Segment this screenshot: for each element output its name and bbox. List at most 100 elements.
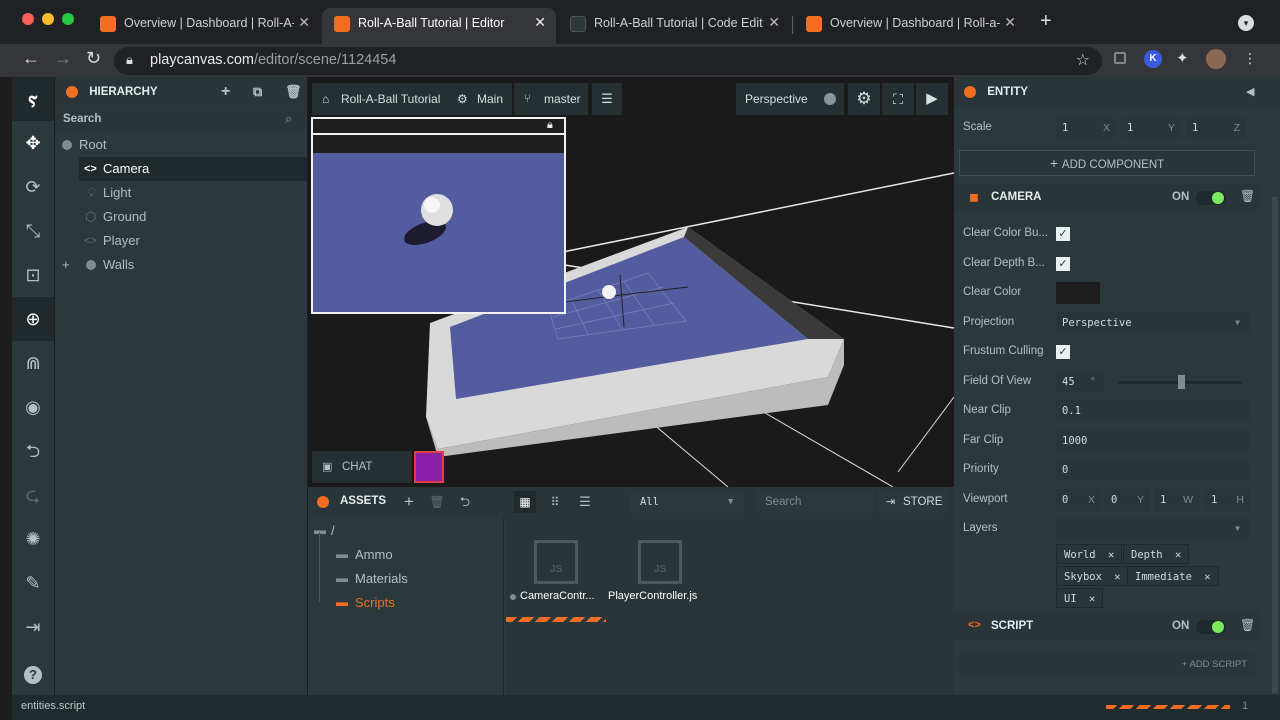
bake-lightmap-icon[interactable]: ✺: [12, 517, 54, 561]
folder-ammo[interactable]: Ammo: [355, 547, 393, 562]
layer-tag-immediate[interactable]: Immediate ✕: [1127, 566, 1219, 586]
branch-button[interactable]: ⑂ master: [514, 83, 588, 115]
camera-enabled-toggle[interactable]: [1196, 191, 1226, 205]
browser-tab-4[interactable]: Overview | Dashboard | Roll-a- ✕: [794, 8, 1026, 44]
help-icon[interactable]: ?: [12, 651, 54, 695]
new-tab-icon[interactable]: +: [1040, 10, 1052, 33]
delete-component-icon[interactable]: 🗑︎: [1240, 189, 1255, 203]
hierarchy-item-walls[interactable]: + Walls: [55, 253, 307, 277]
snap-magnet-icon[interactable]: ⋒: [12, 341, 54, 385]
scale-z-field[interactable]: 1Z: [1186, 117, 1246, 139]
fov-slider-handle[interactable]: [1178, 375, 1185, 389]
scale-tool-icon[interactable]: ⤡: [12, 209, 54, 253]
back-folder-icon[interactable]: ⮌: [454, 491, 476, 513]
close-window-button[interactable]: [22, 13, 34, 25]
expand-plus-icon[interactable]: +: [62, 253, 70, 277]
add-entity-icon[interactable]: +: [221, 77, 230, 107]
close-tab-icon[interactable]: ✕: [768, 14, 780, 31]
user-avatar[interactable]: [414, 451, 444, 483]
collapse-panel-icon[interactable]: [66, 85, 78, 98]
remove-tag-icon[interactable]: ✕: [1089, 593, 1095, 605]
translate-tool-icon[interactable]: ✥: [12, 121, 54, 165]
fullscreen-icon[interactable]: ⛶: [882, 83, 914, 115]
projection-select[interactable]: Perspective ▼: [1056, 312, 1250, 334]
code-editor-icon[interactable]: ✎: [12, 561, 54, 605]
world-coords-icon[interactable]: ⊕: [12, 297, 54, 341]
playcanvas-logo-icon[interactable]: ⲋ: [12, 77, 54, 121]
delete-asset-icon[interactable]: 🗑︎: [426, 491, 448, 513]
focus-eye-icon[interactable]: ◉: [12, 385, 54, 429]
redo-icon[interactable]: ⮎: [12, 473, 54, 517]
viewport-x-field[interactable]: 0X: [1056, 489, 1101, 511]
scene-button[interactable]: ⚙ Main: [448, 83, 512, 115]
collapse-panel-icon[interactable]: [964, 85, 976, 98]
forward-icon[interactable]: →: [54, 48, 72, 69]
layer-tag-depth[interactable]: Depth ✕: [1123, 544, 1190, 564]
scene-viewport[interactable]: ⌂ Roll-A-Ball Tutorial ⚙ Main ⑂ master ☰…: [308, 77, 954, 487]
clear-depth-buffer-checkbox[interactable]: ✓: [1056, 257, 1070, 271]
fov-field[interactable]: 45 °: [1056, 371, 1104, 393]
launch-play-icon[interactable]: ▶: [916, 83, 948, 115]
remove-tag-icon[interactable]: ✕: [1175, 549, 1181, 561]
root-folder[interactable]: /: [331, 523, 335, 538]
close-tab-icon[interactable]: ✕: [534, 14, 546, 31]
layers-select[interactable]: ▼: [1056, 518, 1250, 540]
back-icon[interactable]: ←: [22, 48, 40, 69]
clear-color-swatch[interactable]: [1056, 282, 1100, 304]
reload-icon[interactable]: ↻: [86, 48, 101, 69]
camera-select[interactable]: Perspective: [736, 83, 844, 115]
list-view-icon[interactable]: ☰: [574, 491, 596, 513]
clear-color-buffer-checkbox[interactable]: ✓: [1056, 227, 1070, 241]
asset-item-camera-controller[interactable]: JS CameraContr...: [506, 534, 606, 624]
extension-k-icon[interactable]: K: [1144, 50, 1162, 68]
browser-tab-2[interactable]: Roll-A-Ball Tutorial | Editor ✕: [322, 8, 556, 44]
asset-item-player-controller[interactable]: JS PlayerController.js: [608, 534, 710, 624]
script-component-header[interactable]: <> SCRIPT ON 🗑︎: [954, 612, 1260, 640]
url-field[interactable]: 🔒︎ playcanvas.com/editor/scene/1124454 ☆: [114, 47, 1102, 75]
add-script-button[interactable]: + ADD SCRIPT: [959, 653, 1255, 677]
browser-menu-icon[interactable]: ⋮: [1243, 50, 1257, 67]
delete-component-icon[interactable]: 🗑︎: [1240, 618, 1255, 632]
folder-scripts[interactable]: Scripts: [355, 595, 395, 610]
preview-lock-icon[interactable]: 🔒︎: [547, 119, 553, 132]
remove-tag-icon[interactable]: ✕: [1204, 571, 1210, 583]
extensions-puzzle-icon[interactable]: ✦: [1176, 49, 1189, 67]
chat-button[interactable]: ▣ CHAT: [312, 451, 412, 483]
project-button[interactable]: ⌂ Roll-A-Ball Tutorial: [312, 83, 452, 115]
hierarchy-search-field[interactable]: Search ⌕: [55, 108, 307, 132]
close-tab-icon[interactable]: ✕: [1004, 14, 1016, 31]
minimize-window-button[interactable]: [42, 13, 54, 25]
small-grid-view-icon[interactable]: ⠿: [544, 491, 566, 513]
hierarchy-item-camera[interactable]: <> Camera: [79, 157, 307, 181]
near-clip-field[interactable]: 0.1: [1056, 400, 1250, 422]
layer-tag-world[interactable]: World ✕: [1056, 544, 1123, 564]
tab-search-icon[interactable]: ▾: [1238, 15, 1254, 31]
scale-x-field[interactable]: 1X: [1056, 117, 1116, 139]
store-button[interactable]: ⇥ STORE: [878, 491, 948, 513]
collapse-arrow-icon[interactable]: ◀: [1246, 77, 1254, 107]
far-clip-field[interactable]: 1000: [1056, 430, 1250, 452]
grid-view-icon[interactable]: ▦: [514, 491, 536, 513]
layer-tag-skybox[interactable]: Skybox ✕: [1056, 566, 1129, 586]
delete-entity-icon[interactable]: 🗑︎: [285, 77, 302, 107]
frustum-culling-checkbox[interactable]: ✓: [1056, 345, 1070, 359]
rotate-tool-icon[interactable]: ⟳: [12, 165, 54, 209]
viewport-w-field[interactable]: 1W: [1154, 489, 1199, 511]
maximize-window-button[interactable]: [62, 13, 74, 25]
hierarchy-item-ground[interactable]: ⬡ Ground: [55, 205, 307, 229]
resize-tool-icon[interactable]: ⊡: [12, 253, 54, 297]
asset-filter-select[interactable]: All ▼: [630, 491, 744, 513]
undo-icon[interactable]: ⮌: [12, 429, 54, 473]
scale-y-field[interactable]: 1Y: [1121, 117, 1181, 139]
script-enabled-toggle[interactable]: [1196, 620, 1226, 634]
camera-preview[interactable]: 🔒︎: [311, 117, 566, 314]
extension-grid-icon[interactable]: [1114, 52, 1126, 64]
settings-gear-icon[interactable]: ⚙: [848, 83, 880, 115]
remove-tag-icon[interactable]: ✕: [1108, 549, 1114, 561]
hierarchy-item-light[interactable]: 💡︎ Light: [55, 181, 307, 205]
viewport-y-field[interactable]: 0Y: [1105, 489, 1150, 511]
publish-icon[interactable]: ⇥: [12, 605, 54, 649]
profile-avatar[interactable]: [1206, 49, 1226, 69]
hierarchy-item-player[interactable]: <> Player: [55, 229, 307, 253]
remove-tag-icon[interactable]: ✕: [1114, 571, 1120, 583]
